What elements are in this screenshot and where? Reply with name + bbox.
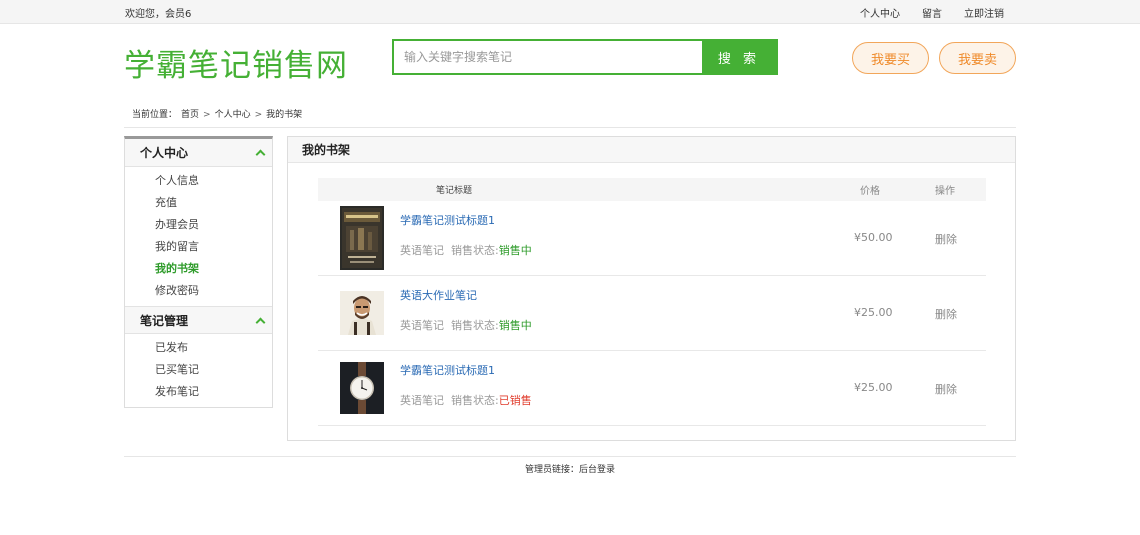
- note-price: ¥25.00: [854, 306, 893, 319]
- sidebar-item-recharge[interactable]: 充值: [125, 192, 272, 214]
- breadcrumb-current: 我的书架: [266, 110, 303, 120]
- delete-button[interactable]: 删除: [935, 231, 957, 247]
- top-links: 个人中心 留言 立即注销: [860, 5, 1004, 20]
- admin-login-link[interactable]: 后台登录: [579, 465, 615, 475]
- note-category: 英语笔记: [400, 319, 444, 332]
- sidebar-item-publish-note[interactable]: 发布笔记: [125, 381, 272, 403]
- sidebar-item-bought-notes[interactable]: 已买笔记: [125, 359, 272, 381]
- breadcrumb: 当前位置： 首页 > 个人中心 > 我的书架: [132, 107, 306, 120]
- sidebar: 个人中心 个人信息 充值 办理会员 我的留言 我的书架 修改密码 笔记管理 已发…: [124, 136, 273, 408]
- chevron-up-icon[interactable]: [255, 317, 266, 327]
- welcome-text: 欢迎您，会员6: [125, 9, 192, 20]
- breadcrumb-divider: [124, 127, 1016, 128]
- footer: 管理员链接：后台登录: [0, 462, 1140, 475]
- note-category: 英语笔记: [400, 244, 444, 257]
- sidebar-group-notes[interactable]: 笔记管理: [125, 306, 272, 334]
- bookshelf-panel: 我的书架 笔记标题 价格 操作 学霸笔记测试标题1 英语笔记 销售状态:销售中 …: [287, 136, 1016, 441]
- sidebar-item-my-messages[interactable]: 我的留言: [125, 236, 272, 258]
- note-price: ¥25.00: [854, 381, 893, 394]
- sale-status: 销售状态:销售中: [451, 317, 532, 333]
- sell-button[interactable]: 我要卖: [939, 42, 1016, 74]
- search-input[interactable]: [394, 41, 702, 73]
- column-header-action: 操作: [935, 186, 955, 197]
- sidebar-group-personal[interactable]: 个人中心: [125, 139, 272, 167]
- breadcrumb-separator: >: [254, 110, 263, 120]
- note-title-link[interactable]: 学霸笔记测试标题1: [400, 362, 495, 378]
- note-price: ¥50.00: [854, 231, 893, 244]
- sale-status-value: 销售中: [498, 319, 532, 332]
- breadcrumb-profile[interactable]: 个人中心: [215, 110, 251, 120]
- sidebar-item-profile-info[interactable]: 个人信息: [125, 170, 272, 192]
- sale-status-value: 销售中: [498, 244, 532, 257]
- buy-button[interactable]: 我要买: [852, 42, 929, 74]
- column-header-title: 笔记标题: [436, 186, 473, 196]
- sidebar-item-my-bookshelf[interactable]: 我的书架: [125, 258, 272, 280]
- table-header: 笔记标题 价格 操作: [318, 178, 986, 201]
- panel-title: 我的书架: [288, 137, 1015, 163]
- breadcrumb-label: 当前位置：: [132, 110, 178, 120]
- footer-label: 管理员链接：: [524, 465, 579, 475]
- sidebar-item-published[interactable]: 已发布: [125, 337, 272, 359]
- top-link-profile[interactable]: 个人中心: [860, 5, 900, 20]
- footer-divider: [124, 456, 1016, 457]
- table-row: 学霸笔记测试标题1 英语笔记 销售状态:已销售 ¥25.00 删除: [318, 351, 986, 426]
- top-bar: 欢迎您，会员6 个人中心 留言 立即注销: [0, 0, 1140, 24]
- breadcrumb-separator: >: [203, 110, 211, 120]
- column-header-price: 价格: [860, 186, 880, 197]
- site-logo[interactable]: 学霸笔记销售网: [124, 40, 348, 85]
- note-category: 英语笔记: [400, 394, 444, 407]
- sale-status-label: 销售状态:: [451, 394, 499, 407]
- sale-status-value: 已销售: [498, 394, 532, 407]
- note-title-link[interactable]: 英语大作业笔记: [400, 287, 477, 303]
- sidebar-item-change-password[interactable]: 修改密码: [125, 280, 272, 302]
- table-row: 学霸笔记测试标题1 英语笔记 销售状态:销售中 ¥50.00 删除: [318, 201, 986, 276]
- delete-button[interactable]: 删除: [935, 381, 957, 397]
- sidebar-item-membership[interactable]: 办理会员: [125, 214, 272, 236]
- book-cover-thumbnail[interactable]: [340, 206, 384, 270]
- top-link-logout[interactable]: 立即注销: [964, 5, 1004, 20]
- search-bar: 搜 索: [392, 39, 778, 75]
- table-row: 英语大作业笔记 英语笔记 销售状态:销售中 ¥25.00 删除: [318, 276, 986, 351]
- sidebar-group-title: 个人中心: [140, 146, 189, 160]
- sale-status: 销售状态:已销售: [451, 392, 532, 408]
- person-photo-thumbnail[interactable]: [340, 291, 384, 335]
- note-title-link[interactable]: 学霸笔记测试标题1: [400, 212, 495, 228]
- chevron-up-icon[interactable]: [255, 149, 266, 160]
- breadcrumb-home[interactable]: 首页: [181, 110, 199, 120]
- search-button[interactable]: 搜 索: [702, 41, 776, 73]
- sale-status-label: 销售状态:: [451, 244, 499, 257]
- delete-button[interactable]: 删除: [935, 306, 957, 322]
- watch-photo-thumbnail[interactable]: [340, 362, 384, 414]
- sale-status: 销售状态:销售中: [451, 242, 532, 258]
- top-link-message[interactable]: 留言: [922, 5, 942, 20]
- sale-status-label: 销售状态:: [451, 319, 499, 332]
- sidebar-group-title: 笔记管理: [140, 313, 189, 328]
